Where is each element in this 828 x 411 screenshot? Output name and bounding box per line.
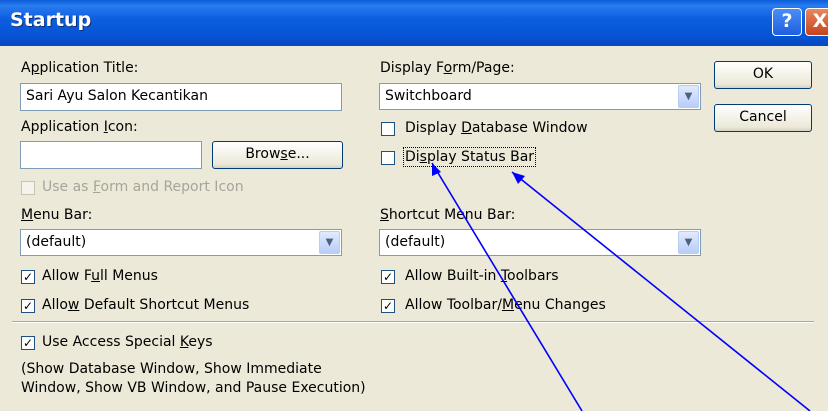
startup-dialog: Startup ? X Application Title: Sari Ayu … xyxy=(0,0,828,411)
arrow-line-status-bar xyxy=(511,171,811,411)
arrowhead-icon xyxy=(512,172,525,184)
annotation-arrows xyxy=(431,162,811,411)
arrowhead-icon xyxy=(432,163,441,176)
arrow-line-database-window xyxy=(431,162,583,411)
